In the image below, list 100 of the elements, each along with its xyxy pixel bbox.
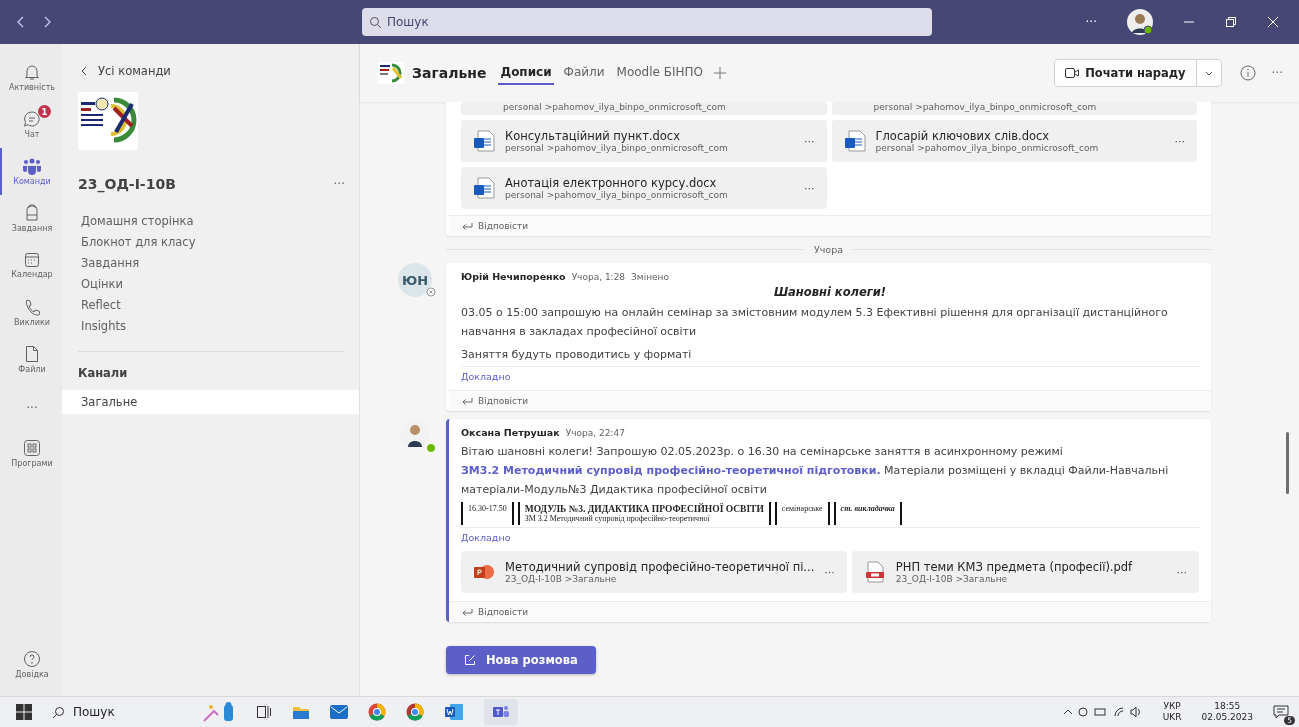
mail-icon[interactable] [330,705,348,719]
channel-tab[interactable]: Файли [561,61,607,85]
word-file-icon [843,130,866,152]
folder-icon[interactable] [292,704,310,720]
search-icon [369,16,382,29]
preview-text: семінарське [774,502,830,525]
rail-item[interactable]: Програми [0,430,62,477]
close-icon[interactable] [1267,16,1279,28]
rail-item[interactable]: Завдання [0,195,62,242]
message-link[interactable]: ЗМ3.2 Методичний супровід професійно-теоретичної підготовки. [461,464,881,477]
search-field[interactable]: Пошук [362,8,932,36]
reply-button[interactable]: Відповісти [449,390,1211,411]
more-button[interactable]: ··· [333,177,345,191]
message-text: Вітаю шановні колеги! Запрошую 02.05.2023р. о 16.30 на семінарське заняття в асинхронному режимі ЗМ3.2 Методичний супровід професійно-теоретичної підготовки. Матеріали розміщені у вкладці Файли-Навчальні матеріали-Модуль№3 Дидактика професійної освіти [461,444,1170,498]
word-file-icon [473,177,495,199]
date-divider: Учора [813,244,844,255]
file-tile[interactable]: personal >pahomov_ilya_binpo_onmicrosoft_com [461,102,827,115]
restore-icon[interactable] [1225,16,1237,28]
rail-item[interactable]: ··· [0,383,62,430]
team-nav-item[interactable]: Reflect [81,298,359,312]
more-button[interactable]: ··· [824,565,835,579]
file-tile[interactable]: Глосарій ключових слів.docx personal >pahomov_ilya_binpo_onmicrosoft_com ··· [831,120,1197,162]
back-link[interactable]: Усі команди [62,64,359,78]
channel-logo [378,62,404,84]
windows-start-icon[interactable] [16,704,32,720]
back-icon[interactable] [16,15,26,29]
team-nav-item[interactable]: Блокнот для класу [81,235,359,249]
rail-item[interactable]: Файли [0,336,62,383]
file-tile[interactable]: Консультаційний пункт.docx personal >pahomov_ilya_binpo_onmicrosoft_com ··· [461,120,827,162]
info-icon[interactable] [1239,65,1256,81]
channel-title: Загальне [412,65,487,81]
task-view-icon[interactable] [256,704,272,720]
edited-label: Змінено [631,272,669,282]
more-button[interactable]: ··· [1174,134,1185,148]
help-icon [23,650,41,668]
file-name: Консультаційний пункт.docx [505,129,681,143]
rail-item[interactable]: Виклики [0,289,62,336]
author-name: Оксана Петрушак [461,427,560,438]
file-path: personal >pahomov_ilya_binpo_onmicrosoft_com [875,143,1100,153]
channel-item[interactable]: Загальне [62,390,359,414]
bell-icon [23,63,41,81]
more-button[interactable]: ··· [804,181,815,195]
more-button[interactable]: ··· [804,134,815,148]
forward-icon[interactable] [42,15,52,29]
file-path: 23_ОД-І-10В >Загальне [505,574,618,584]
chat-icon [22,110,42,128]
reply-icon [461,396,473,406]
reply-button[interactable]: Відповісти [449,215,1211,236]
scrollbar[interactable] [1286,432,1289,494]
chevron-left-icon [80,66,88,76]
file-name: РНП теми КМЗ предмета (професії).pdf [895,560,1134,574]
word-icon[interactable] [444,703,464,721]
file-tile[interactable]: Методичний супровід професійно-теоретичної пі... 23_ОД-І-10В >Загальне ··· [461,551,847,593]
message-time: Учора, 1:28 [571,272,626,282]
reply-icon [461,607,473,617]
widgets-icon[interactable] [202,701,236,723]
channel-tab[interactable]: Moodle БІНПО [614,61,705,85]
channel-tab[interactable]: Дописи [498,61,554,85]
taskbar-search[interactable]: Пошук [52,705,182,719]
author-name: Юрій Нечипоренко [461,271,566,282]
more-button[interactable]: ··· [1176,565,1187,579]
rail-item[interactable]: Активність [0,54,62,101]
file-tile[interactable]: РНП теми КМЗ предмета (професії).pdf 23_ОД-І-10В >Загальне ··· [851,551,1199,593]
tray-icons[interactable] [1062,706,1143,718]
file-icon [25,345,39,363]
rail-item[interactable]: Календар [0,242,62,289]
file-tile[interactable]: Анотація електронного курсу.docx personal >pahomov_ilya_binpo_onmicrosoft_com ··· [461,167,827,209]
file-path: personal >pahomov_ilya_binpo_onmicrosoft_com [505,190,729,200]
browser-icon[interactable] [406,703,424,721]
more-button[interactable]: ··· [1271,66,1283,80]
message-heading: Шановні колеги! [773,285,887,299]
help-item[interactable]: Довідка [0,641,62,688]
file-name: Анотація електронного курсу.docx [505,176,718,190]
file-path: personal >pahomov_ilya_binpo_onmicrosoft_com [873,102,1098,112]
clock[interactable]: 18:55 02.05.2023 [1201,701,1253,723]
see-more-link[interactable]: Докладно [461,532,1199,543]
file-path: personal >pahomov_ilya_binpo_onmicrosoft_com [505,143,729,153]
meet-button[interactable]: Почати нараду [1055,60,1197,86]
team-nav-item[interactable]: Оцінки [81,277,359,291]
user-avatar[interactable] [1127,9,1153,35]
team-nav-item[interactable]: Insights [81,319,359,333]
reply-button[interactable]: Відповісти [449,601,1211,622]
see-more-link[interactable]: Докладно [461,371,1199,382]
notification-icon[interactable] [1273,704,1289,720]
file-tile[interactable]: personal >pahomov_ilya_binpo_onmicrosoft_com [831,102,1197,115]
team-nav-item[interactable]: Завдання [81,256,359,270]
notification-badge: 1 [38,105,51,118]
browser-icon[interactable] [368,703,386,721]
message-time: Учора, 22:47 [565,428,625,438]
team-nav-item[interactable]: Домашня сторінка [81,214,359,228]
pdf-file-icon [863,561,886,583]
new-conversation-button[interactable]: Нова розмова [446,646,596,674]
language-indicator[interactable]: УКР UKR [1162,701,1182,723]
message-text: 03.05 о 15:00 запрошую на онлайн семінар за змістовним модулем 5.3 Ефективні рішення для організації дистанційного навчання в закладах професійної освіти [461,305,1169,340]
user-avatar: ЮН [398,263,432,297]
teams-icon [492,704,510,720]
taskbar-app-button[interactable] [484,699,518,725]
rail-item[interactable]: 1 Чат [0,101,62,148]
phone-icon [24,298,40,316]
more-button[interactable]: ··· [1085,15,1097,29]
